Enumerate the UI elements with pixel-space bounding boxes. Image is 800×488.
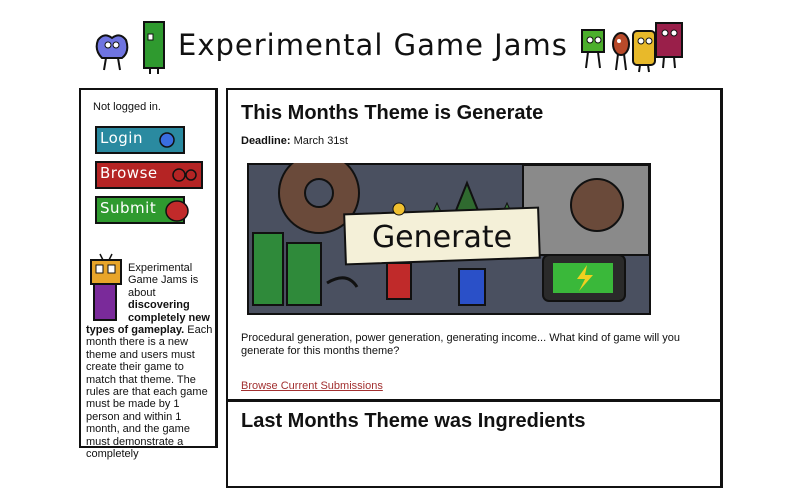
main-content: This Months Theme is Generate Deadline: … <box>226 88 723 488</box>
about-intro: Experimental Game Jams is about <box>128 262 199 299</box>
browse-button[interactable]: Browse <box>95 161 203 189</box>
blue-character-icon <box>458 268 486 306</box>
red-character-icon <box>386 262 412 300</box>
site-title[interactable]: Experimental Game Jams <box>178 28 568 62</box>
current-theme-title: This Months Theme is Generate <box>241 102 544 124</box>
sidebar: Not logged in. Login Browse Submit Exper… <box>79 88 218 460</box>
deadline: Deadline: March 31st <box>241 135 348 147</box>
tv-head-mascot-icon <box>90 253 122 321</box>
blue-creature-icon <box>95 34 129 71</box>
money-stack-icon <box>252 232 284 306</box>
browse-submissions-link[interactable]: Browse Current Submissions <box>241 380 383 392</box>
site-header: Experimental Game Jams <box>0 0 800 84</box>
previous-theme-title: Last Months Theme was Ingredients <box>241 410 586 432</box>
banner-text: Generate <box>372 220 512 255</box>
section-divider <box>228 399 721 402</box>
red-creature-icon <box>612 32 630 71</box>
about-text: Experimental Game Jams is about discover… <box>86 253 214 461</box>
theme-banner-image: Generate <box>247 163 651 315</box>
green-robot-icon <box>581 29 605 69</box>
blue-bird-icon <box>159 132 175 148</box>
login-label: Login <box>100 129 143 147</box>
green-creature-icon <box>143 21 165 74</box>
red-blob-icon <box>165 200 189 222</box>
deadline-value: March 31st <box>290 135 348 147</box>
submit-label: Submit <box>100 199 157 217</box>
theme-description: Procedural generation, power generation,… <box>241 332 681 357</box>
submit-button[interactable]: Submit <box>95 196 195 224</box>
about-rest: Each month there is a new theme and user… <box>86 324 213 461</box>
deadline-label: Deadline: <box>241 135 291 147</box>
browse-label: Browse <box>100 164 158 182</box>
login-status: Not logged in. <box>93 101 161 113</box>
login-button[interactable]: Login <box>95 126 185 154</box>
purple-creature-icon <box>655 22 683 69</box>
